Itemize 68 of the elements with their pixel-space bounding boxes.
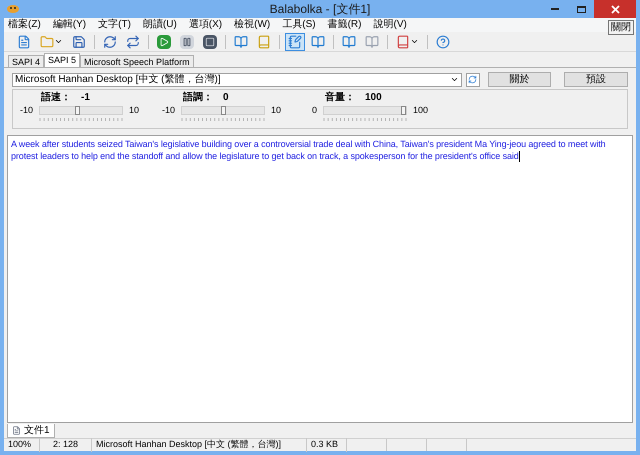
close-button[interactable] xyxy=(594,0,636,18)
convert-icon xyxy=(103,34,117,48)
play-icon xyxy=(157,34,171,48)
notepad-icon xyxy=(288,34,302,48)
refresh-button[interactable] xyxy=(466,72,480,86)
convert-icon xyxy=(126,34,140,48)
engine-tab[interactable]: Microsoft Speech Platform xyxy=(80,55,194,67)
book-icon xyxy=(396,34,410,48)
slider-label: 語調： xyxy=(183,91,213,104)
slider-min: -10 xyxy=(19,104,33,117)
slider-reading: 100 xyxy=(365,91,382,104)
voice-dropdown[interactable]: Microsoft Hanhan Desktop [中文 (繁體，台灣)] xyxy=(12,72,462,86)
stop-icon xyxy=(203,34,217,48)
status-text: Microsoft Hanhan Desktop [中文 (繁體，台灣)] xyxy=(92,438,307,452)
book-icon xyxy=(257,34,271,48)
document-tab[interactable]: 文件1 xyxy=(7,424,55,438)
window-title: Balabolka - [文件1] xyxy=(268,1,372,18)
folder-icon xyxy=(40,34,54,48)
slider-thumb[interactable] xyxy=(401,106,406,116)
menu-item[interactable]: 檢視(W) xyxy=(234,18,270,32)
status-text: 2: 128 xyxy=(40,438,92,452)
pause-icon xyxy=(180,34,194,48)
caret-icon xyxy=(54,37,63,46)
slider-min: 0 xyxy=(310,104,317,117)
engine-tab[interactable]: SAPI 4 xyxy=(8,55,44,67)
menu-item[interactable]: 文字(T) xyxy=(98,18,131,32)
engine-tab[interactable]: SAPI 5 xyxy=(44,53,80,67)
toolbar-button[interactable] xyxy=(177,32,197,50)
menu-item[interactable]: 選項(X) xyxy=(188,18,222,32)
book-icon xyxy=(365,34,379,48)
menu-item[interactable]: 工具(S) xyxy=(282,18,316,32)
slider-label: 語速： xyxy=(41,91,71,104)
toolbar-button[interactable] xyxy=(200,32,220,50)
save-icon xyxy=(72,34,86,48)
document-icon xyxy=(17,34,31,48)
text-editor[interactable]: A week after students seized Taiwan's legislative building over a controversial trade deal with China, Taiwan's president Ma Ying-jeou agreed to meet with protest leaders to help end the standoff and allow the legislature to get back on track, a spokesperson for the president's office said xyxy=(7,135,633,423)
slider-track[interactable] xyxy=(39,106,123,116)
menu-item[interactable]: 書籤(R) xyxy=(328,18,362,32)
slider-reading: 0 xyxy=(223,91,229,104)
close-icon xyxy=(610,4,620,14)
status-text: 0.3 KB xyxy=(307,438,347,452)
dialog-button[interactable]: 預設 xyxy=(564,72,628,87)
slider-track[interactable] xyxy=(323,106,407,116)
book-icon xyxy=(342,34,356,48)
slider-label: 音量： xyxy=(325,91,355,104)
slider-max: 10 xyxy=(129,104,140,117)
slider-thumb[interactable] xyxy=(220,106,226,116)
menu-item[interactable]: 朗讀(U) xyxy=(142,18,177,32)
book-icon xyxy=(234,34,248,48)
slider-track[interactable] xyxy=(181,106,265,116)
slider-min: -10 xyxy=(161,104,175,117)
caret-icon xyxy=(450,75,459,84)
menu-item[interactable]: 編輯(Y) xyxy=(52,18,86,32)
menu-item[interactable]: 說明(V) xyxy=(373,18,407,32)
help-icon xyxy=(436,34,450,48)
book-icon xyxy=(311,34,325,48)
status-text: 100% xyxy=(4,438,40,452)
menu-item[interactable]: 檔案(Z) xyxy=(8,18,41,32)
slider-reading: -1 xyxy=(81,91,90,104)
caret-icon xyxy=(410,37,419,46)
document-icon xyxy=(12,426,21,435)
refresh-icon xyxy=(468,75,478,84)
slider-max: 10 xyxy=(271,104,282,117)
slider-max: 100 xyxy=(413,104,428,117)
dialog-button[interactable]: 關於 xyxy=(488,72,552,87)
tooltip: 關閉 xyxy=(608,20,634,35)
slider-thumb[interactable] xyxy=(74,106,80,116)
app-logo-icon xyxy=(6,4,20,14)
